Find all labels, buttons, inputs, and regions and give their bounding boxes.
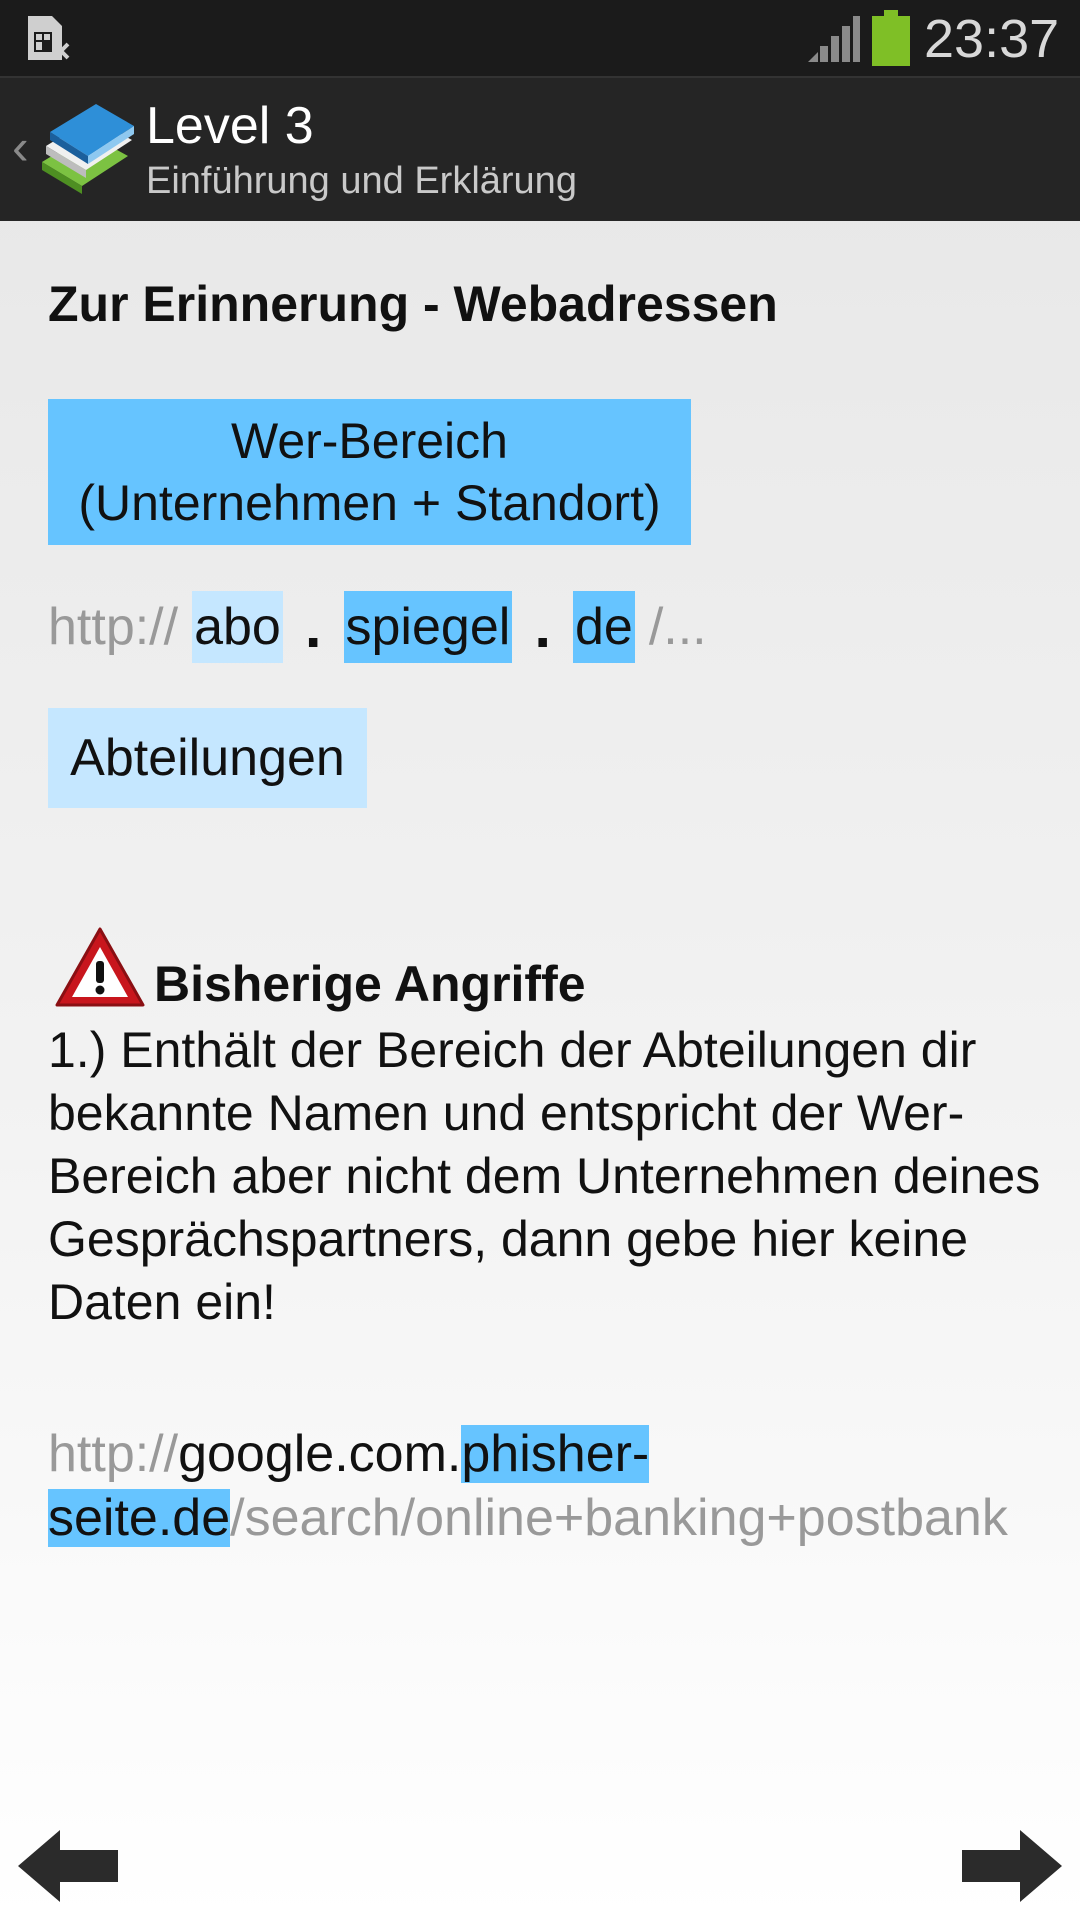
url-subdomain: abo: [192, 591, 283, 663]
signal-icon: [808, 16, 860, 69]
wer-bereich-label: Wer-Bereich (Unternehmen + Standort): [48, 399, 691, 545]
url-prefix: http://: [48, 598, 179, 656]
wer-bereich-line1: Wer-Bereich: [231, 413, 508, 469]
phish-url-prefix: http://: [48, 1425, 179, 1483]
status-bar: 23:37: [0, 0, 1080, 76]
url-example: http:// abo . spiegel . de /...: [48, 591, 707, 663]
warning-icon: [54, 925, 146, 1014]
books-logo-icon[interactable]: [36, 100, 136, 201]
arrow-left-icon[interactable]: [16, 1826, 120, 1911]
warning-header: Bisherige Angriffe: [54, 925, 586, 1014]
abteilungen-label: Abteilungen: [48, 708, 367, 808]
battery-icon: [872, 10, 910, 71]
sim-card-icon: [26, 14, 70, 67]
url-tld: de: [572, 591, 635, 663]
url-dot: .: [534, 593, 551, 660]
phish-url-host: google.com.: [178, 1425, 462, 1483]
warning-paragraph: 1.) Enthält der Bereich der Abteilungen …: [48, 1022, 1041, 1330]
url-dot: .: [304, 593, 322, 660]
back-chevron-icon[interactable]: ‹: [12, 122, 29, 172]
wer-bereich-line2: (Unternehmen + Standort): [78, 475, 661, 531]
url-suffix: /...: [648, 598, 707, 656]
arrow-right-icon[interactable]: [960, 1826, 1064, 1911]
section-heading: Zur Erinnerung - Webadressen: [48, 276, 778, 332]
status-clock: 23:37: [924, 9, 1060, 69]
phish-url-path: /search/online+banking+postbank: [230, 1489, 1008, 1547]
phishing-url-example: http://google.com.phisher-seite.de/searc…: [48, 1422, 1048, 1550]
url-domain: spiegel: [343, 591, 513, 663]
screen-title: Level 3: [146, 97, 314, 155]
action-bar: ‹ Level 3 Einführung und Erklärung: [0, 76, 1080, 221]
warning-title: Bisherige Angriffe: [154, 956, 586, 1012]
screen-subtitle: Einführung und Erklärung: [146, 160, 577, 202]
